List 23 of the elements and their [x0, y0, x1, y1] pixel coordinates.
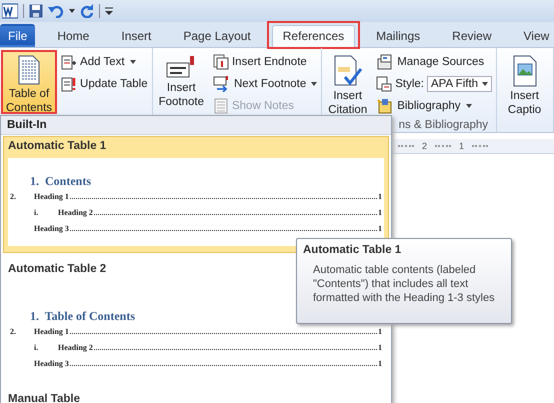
entry-number: i. [34, 343, 40, 352]
page-number: 1 [378, 343, 382, 352]
entry-number: 2. [10, 192, 17, 201]
entry-number: i. [34, 208, 40, 217]
ruler-number: 2 [422, 141, 428, 151]
ruler-number: 1 [459, 141, 464, 151]
page-number: 1 [378, 208, 382, 217]
entry-title: Heading 3 [34, 359, 69, 368]
group-label: ns & Bibliography [398, 119, 488, 131]
page-number: 1 [378, 327, 382, 336]
entry-title: Heading 2 [58, 343, 93, 352]
entry-title: Heading 3 [34, 224, 69, 233]
page-number: 1 [378, 359, 382, 368]
page-number: 1 [378, 224, 382, 233]
entry-title: Heading 1 [34, 327, 69, 336]
preview-heading: 1. Contents [30, 174, 92, 189]
entry-number: 2. [10, 327, 17, 336]
style-label: Style: [395, 78, 424, 90]
entry-title: Heading 1 [34, 192, 69, 201]
page-number: 1 [378, 192, 382, 201]
preview-heading: 1. Table of Contents [30, 309, 136, 324]
entry-title: Heading 2 [58, 208, 93, 217]
menu-section-header: Built-In [1, 116, 391, 135]
